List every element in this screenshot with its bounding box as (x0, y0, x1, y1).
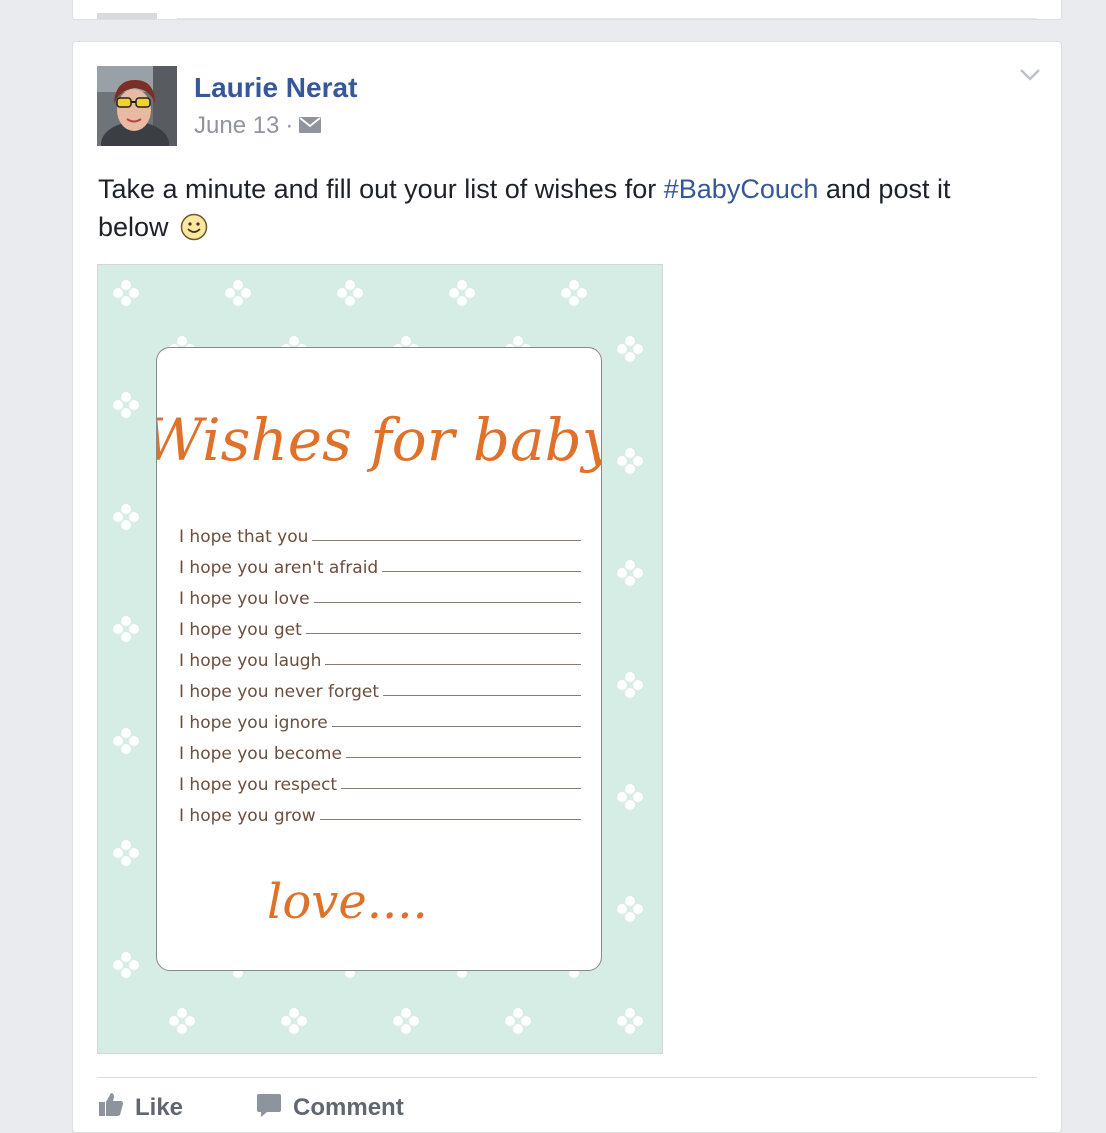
wish-line-text: I hope you get (179, 620, 302, 640)
post-text: Take a minute and fill out your list of … (98, 170, 1028, 251)
wish-line-text: I hope you become (179, 744, 342, 764)
wish-line-text: I hope you never forget (179, 682, 380, 702)
wish-line-blank (383, 695, 581, 696)
wish-line-blank (331, 726, 581, 727)
comment-label: Comment (293, 1093, 404, 1121)
previous-post-divider (177, 18, 1037, 19)
wish-line-text: I hope you grow (179, 806, 316, 826)
wish-line: I hope you respect (179, 764, 581, 795)
previous-post-stub (97, 13, 157, 19)
post-text-before: Take a minute and fill out your list of … (98, 174, 664, 204)
like-label: Like (135, 1093, 184, 1121)
flower-motif (281, 1008, 307, 1034)
post-actions: Like Comment (97, 1090, 404, 1125)
flower-motif (113, 616, 139, 642)
thumbs-up-icon (97, 1090, 125, 1125)
wish-line-blank (345, 757, 581, 758)
wishes-title: Wishes for baby (144, 388, 616, 498)
flower-motif (169, 1008, 195, 1034)
wish-line: I hope that you (179, 516, 581, 547)
flower-motif (113, 952, 139, 978)
flower-motif (393, 1008, 419, 1034)
hashtag-link[interactable]: #BabyCouch (664, 174, 819, 204)
wish-line: I hope you become (179, 733, 581, 764)
wish-line-text: I hope that you (179, 527, 309, 547)
flower-motif (449, 280, 475, 306)
post-photo[interactable]: Wishes for baby I hope that you I hope yo… (97, 264, 663, 1054)
wish-line-text: I hope you love (179, 589, 310, 609)
flower-motif (505, 1008, 531, 1034)
author-name[interactable]: Laurie Nerat (194, 72, 357, 104)
wish-lines: I hope that you I hope you aren't afraid I… (179, 516, 581, 826)
flower-motif (561, 280, 587, 306)
wish-line: I hope you ignore (179, 702, 581, 733)
wish-line: I hope you never forget (179, 671, 581, 702)
flower-motif (617, 784, 643, 810)
flower-motif (337, 280, 363, 306)
wish-line-blank (382, 571, 581, 572)
flower-motif (113, 504, 139, 530)
envelope-icon (299, 112, 322, 140)
post-date[interactable]: June 13 (194, 112, 279, 140)
wish-line-blank (305, 633, 581, 634)
flower-motif (617, 448, 643, 474)
comment-button[interactable]: Comment (255, 1090, 404, 1125)
flower-motif (113, 392, 139, 418)
flower-motif (617, 896, 643, 922)
wish-line: I hope you grow (179, 795, 581, 826)
wishes-title-text: Wishes for baby (157, 406, 601, 474)
wish-line-text: I hope you laugh (179, 651, 322, 671)
wishes-card: Wishes for baby I hope that you I hope yo… (144, 347, 616, 971)
post-meta: June 13 · (194, 112, 322, 140)
love-signoff-text: love.... (267, 874, 428, 930)
wish-line: I hope you get (179, 609, 581, 640)
post-card: Laurie Nerat June 13 · Take a minute and… (72, 41, 1062, 1133)
meta-separator: · (285, 112, 294, 139)
wish-line: I hope you aren't afraid (179, 547, 581, 578)
flower-motif (225, 280, 251, 306)
wish-line: I hope you laugh (179, 640, 581, 671)
comment-icon (255, 1090, 283, 1125)
flower-motif (113, 280, 139, 306)
smiley-icon (180, 213, 208, 251)
previous-post-card (72, 0, 1062, 20)
flower-motif (617, 672, 643, 698)
flower-motif (617, 336, 643, 362)
wish-line-text: I hope you respect (179, 775, 338, 795)
flower-motif (617, 1008, 643, 1034)
wish-line-blank (312, 540, 581, 541)
flower-motif (113, 728, 139, 754)
wish-line-blank (325, 664, 581, 665)
avatar[interactable] (97, 66, 177, 146)
wish-line-blank (341, 788, 581, 789)
wish-line-text: I hope you aren't afraid (179, 558, 379, 578)
chevron-down-icon[interactable] (1019, 68, 1041, 87)
like-button[interactable]: Like (97, 1090, 183, 1125)
wish-line-text: I hope you ignore (179, 713, 328, 733)
flower-motif (617, 560, 643, 586)
flower-motif (113, 840, 139, 866)
wish-line-blank (319, 819, 581, 820)
love-signoff: love.... (257, 858, 457, 953)
actions-divider (97, 1077, 1037, 1078)
wish-line-blank (313, 602, 581, 603)
wish-line: I hope you love (179, 578, 581, 609)
